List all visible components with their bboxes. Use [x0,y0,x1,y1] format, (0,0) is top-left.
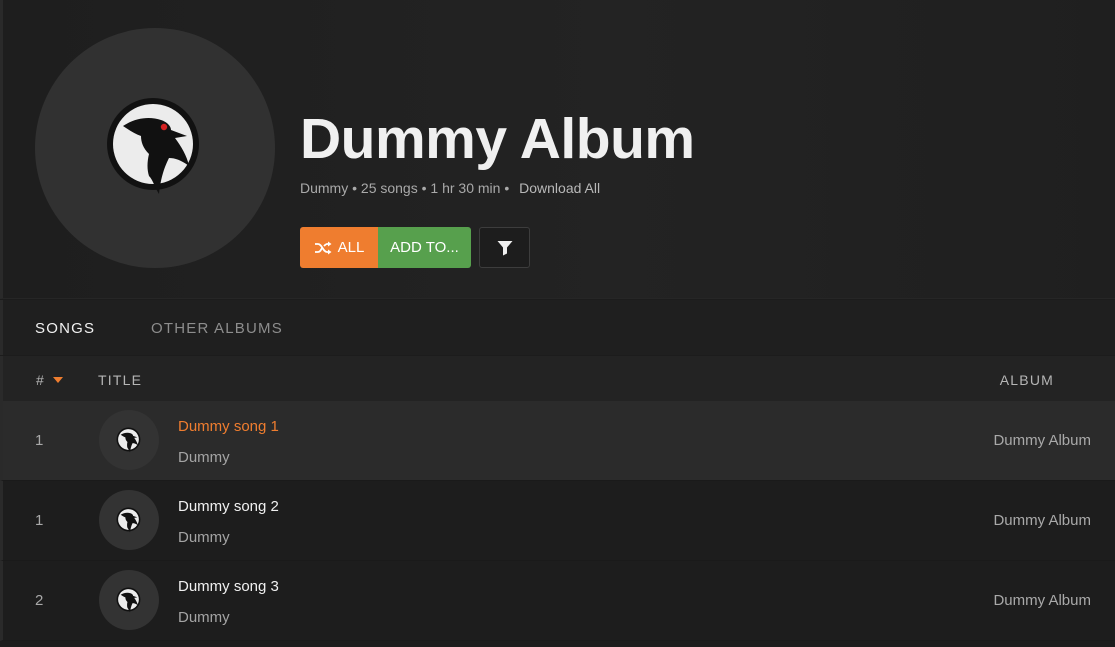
songs-table-header: # TITLE ALBUM [0,356,1115,401]
song-album[interactable]: Dummy Album [993,512,1091,529]
column-title-header[interactable]: TITLE [98,372,142,388]
song-title[interactable]: Dummy song 1 [178,418,279,435]
album-page: Dummy Album Dummy • 25 songs • 1 hr 30 m… [0,0,1115,647]
album-cover [35,28,275,268]
table-row[interactable]: 1 Dummy song 2 Dummy Dummy Album [0,481,1115,561]
song-thumbnail [99,570,159,630]
tab-other-albums[interactable]: OTHER ALBUMS [151,320,283,337]
filter-icon [497,240,512,255]
song-artist[interactable]: Dummy [178,449,230,466]
raven-logo-icon [116,587,141,612]
table-row[interactable]: 2 Dummy song 3 Dummy Dummy Album [0,561,1115,641]
song-album[interactable]: Dummy Album [993,592,1091,609]
songs-list: 1 Dummy song 1 Dummy Dummy Album 1 Dummy… [0,401,1115,641]
add-to-label: ADD TO... [390,239,459,256]
shuffle-icon [314,241,332,254]
action-buttons: ALL ADD TO... [300,227,471,268]
song-thumbnail [99,490,159,550]
column-album-header[interactable]: ALBUM [1000,372,1054,388]
raven-logo-icon [116,507,141,532]
add-to-button[interactable]: ADD TO... [378,227,471,268]
song-artist[interactable]: Dummy [178,529,230,546]
filter-button[interactable] [479,227,530,268]
album-meta-text: Dummy • 25 songs • 1 hr 30 min • [300,180,510,196]
song-title[interactable]: Dummy song 3 [178,578,279,595]
caret-down-icon [53,377,63,383]
album-title: Dummy Album [300,107,695,171]
raven-logo-icon [116,427,141,452]
album-header: Dummy Album Dummy • 25 songs • 1 hr 30 m… [0,0,1115,299]
album-tabs: SONGS OTHER ALBUMS [0,300,1115,355]
song-title[interactable]: Dummy song 2 [178,498,279,515]
raven-logo-icon [107,98,199,194]
shuffle-all-label: ALL [337,239,365,256]
row-number: 2 [35,592,44,609]
row-number: 1 [35,432,44,449]
tab-songs[interactable]: SONGS [35,320,95,337]
song-thumbnail [99,410,159,470]
table-row[interactable]: 1 Dummy song 1 Dummy Dummy Album [0,401,1115,481]
shuffle-all-button[interactable]: ALL [300,227,378,268]
column-number-header[interactable]: # [36,372,63,388]
song-album[interactable]: Dummy Album [993,432,1091,449]
column-number-label: # [36,372,45,388]
row-number: 1 [35,512,44,529]
song-artist[interactable]: Dummy [178,609,230,626]
download-all-link[interactable]: Download All [519,180,600,196]
album-meta: Dummy • 25 songs • 1 hr 30 min • Downloa… [300,180,600,196]
